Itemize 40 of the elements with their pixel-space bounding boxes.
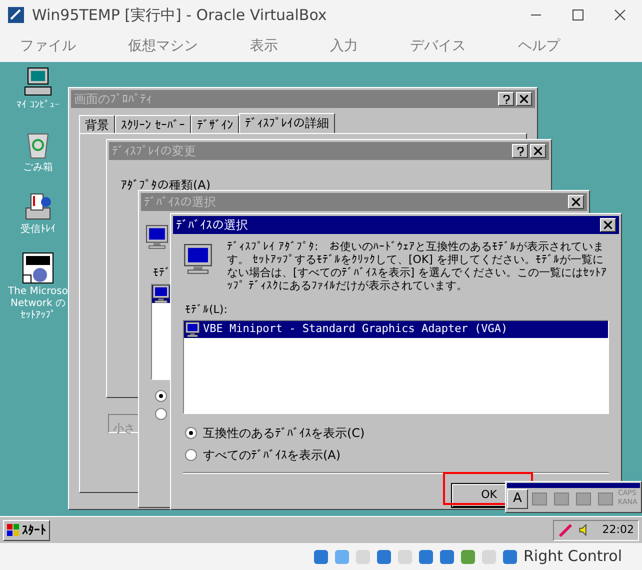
monitor-icon xyxy=(146,225,168,249)
tab[interactable]: 背景 xyxy=(79,115,115,133)
menu-item[interactable]: ファイル xyxy=(20,36,76,56)
menu-item[interactable]: 仮想マシン xyxy=(128,36,198,56)
window-title: ﾃﾞﾊﾞｲｽの選択 xyxy=(176,218,248,232)
tab[interactable]: ｽｸﾘｰﾝ ｾｰﾊﾞｰ xyxy=(115,115,191,133)
tab[interactable]: ﾃﾞｨｽﾌﾟﾚｲの詳細 xyxy=(238,113,335,133)
window-title: 画面のﾌﾟﾛﾊﾟﾃｨ xyxy=(74,92,152,106)
host-key-label: Right Control xyxy=(524,546,622,568)
tab[interactable]: ﾃﾞｻﾞｲﾝ xyxy=(190,115,239,133)
group-label: ｱﾀﾞﾌﾟﾀの種類(A) xyxy=(121,178,211,192)
start-button[interactable]: ｽﾀｰﾄ xyxy=(3,520,50,540)
windows-logo-icon xyxy=(7,524,19,536)
maximize-icon[interactable] xyxy=(572,9,584,21)
radio-button[interactable] xyxy=(185,427,197,439)
radio-button[interactable] xyxy=(155,390,167,402)
menu-item[interactable]: デバイス xyxy=(410,36,466,56)
list-item[interactable]: VBE Miniport - Standard Graphics Adapter (VGA) xyxy=(184,321,608,338)
app-logo-icon xyxy=(8,7,24,23)
window-title: ﾃﾞﾊﾞｲｽの選択 xyxy=(144,195,216,209)
menu-item[interactable]: 表示 xyxy=(250,36,278,56)
close-icon[interactable] xyxy=(614,9,626,21)
list-label: ﾓﾃﾞﾙ(L): xyxy=(185,302,228,318)
computer-icon[interactable] xyxy=(22,66,54,98)
radio-label[interactable]: 互換性のあるﾃﾞﾊﾞｲｽを表示(C) xyxy=(203,424,365,442)
radio-button[interactable] xyxy=(185,449,197,461)
menu-item[interactable]: ヘルプ xyxy=(518,36,560,56)
window-title: Win95TEMP [実行中] - Oracle VirtualBox xyxy=(32,4,327,26)
list-label: ﾓﾃﾞ xyxy=(153,265,171,281)
input-mode-button[interactable]: A xyxy=(507,489,528,509)
help-icon[interactable] xyxy=(512,144,528,158)
clock: 22:02 xyxy=(602,522,634,538)
monitor-icon xyxy=(183,244,213,274)
radio-button[interactable] xyxy=(155,408,167,420)
description-text: ﾃﾞｨｽﾌﾟﾚｲ ｱﾀﾞﾌﾟﾀ: お使いのﾊｰﾄﾞｳｪｱと互換性のあるﾓﾃﾞﾙが表示されています。 ｾｯﾄｱｯﾌﾟするﾓﾃﾞﾙをｸﾘｯｸして、[OK] を押してください。ﾓﾃﾞﾙが一覧にない場合は、[すべてのﾃﾞﾊﾞｲｽを表示] を選んでください。この一覧にはｾｯﾄｱｯﾌﾟ ﾃﾞｨｽｸにあるﾌｧｲﾙだけが表示されています。 xyxy=(227,240,608,292)
msn-shortcut-icon[interactable] xyxy=(22,252,54,284)
menu-item[interactable]: 入力 xyxy=(330,36,358,56)
radio-label[interactable]: すべてのﾃﾞﾊﾞｲｽを表示(A) xyxy=(203,446,341,464)
window-title: ﾃﾞｨｽﾌﾟﾚｲの変更 xyxy=(112,144,196,158)
help-icon[interactable] xyxy=(498,92,514,106)
